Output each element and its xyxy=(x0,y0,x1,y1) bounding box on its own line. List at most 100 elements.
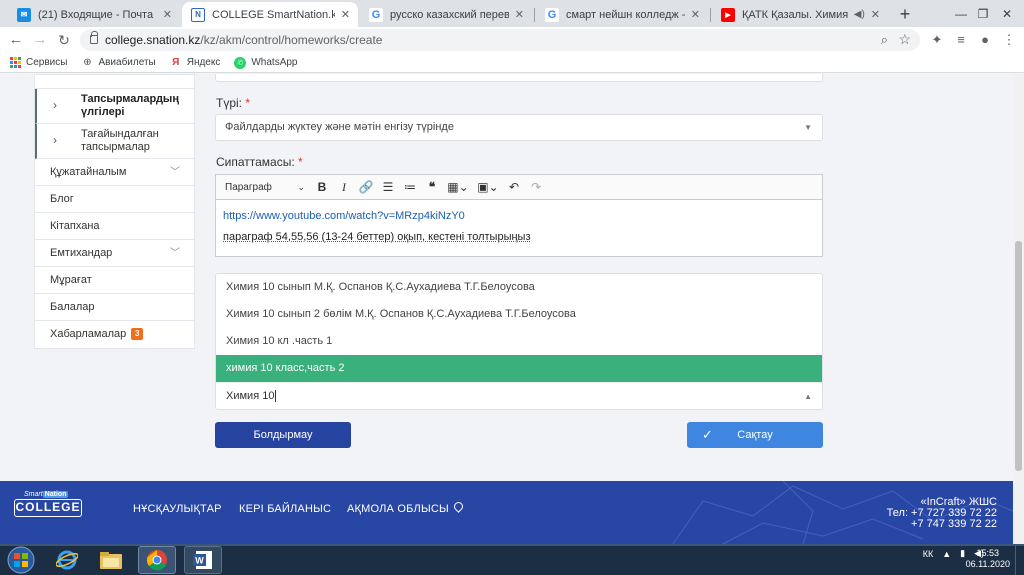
audio-icon[interactable]: ◀) xyxy=(854,9,865,20)
page-scrollbar[interactable] xyxy=(1013,74,1024,544)
url-text: college.snation.kz/kz/akm/control/homewo… xyxy=(105,33,382,47)
textbook-search-input[interactable]: Химия 10 ▲ xyxy=(216,382,822,409)
zoom-icon[interactable]: ⌕ xyxy=(881,32,888,48)
numbered-list-icon[interactable]: ≔ xyxy=(399,180,421,194)
dropdown-option[interactable]: Химия 10 кл .часть 1 xyxy=(216,328,822,355)
close-tab-icon[interactable]: ✕ xyxy=(691,8,700,21)
forward-icon[interactable]: → xyxy=(30,30,50,50)
page-content: › Тапсырмалардың үлгілері › Тағайындалға… xyxy=(0,74,1013,544)
sidebar-item-blog[interactable]: Блог xyxy=(35,186,194,213)
undo-icon[interactable]: ↶ xyxy=(503,180,525,194)
close-tab-icon[interactable]: ✕ xyxy=(341,8,350,21)
reading-list-icon[interactable]: ≡ xyxy=(952,31,970,49)
sidebar-item-children[interactable]: Балалар xyxy=(35,294,194,321)
language-indicator[interactable]: КК xyxy=(923,549,934,559)
footer-link-feedback[interactable]: КЕРІ БАЙЛАНЫС xyxy=(239,503,331,515)
paragraph-format-select[interactable]: Параграф ⌄ xyxy=(216,182,311,193)
chevron-right-icon: › xyxy=(53,98,57,112)
check-icon: ✓ xyxy=(702,427,713,442)
cancel-button[interactable]: Болдырмау xyxy=(215,422,351,448)
internet-explorer-icon[interactable] xyxy=(48,546,86,574)
required-mark: * xyxy=(298,155,303,169)
editor-link-line[interactable]: https://www.youtube.com/watch?v=MRzp4kiN… xyxy=(223,210,815,222)
rich-text-editor[interactable]: Параграф ⌄ B I 🔗 ☰ ≔ ❝ ▦⌄ ▣⌄ ↶ ↷ https://… xyxy=(215,174,823,257)
footer-link-region[interactable]: АҚМОЛА ОБЛЫСЫ xyxy=(347,503,449,515)
browser-tab-bar: ✉ (21) Входящие - Почта Mail.ru ✕ N COLL… xyxy=(0,0,1024,27)
whatsapp-icon: ✆ xyxy=(234,56,247,69)
network-icon[interactable]: ▮ xyxy=(960,548,965,559)
editor-body[interactable]: https://www.youtube.com/watch?v=MRzp4kiN… xyxy=(216,200,822,243)
close-tab-icon[interactable]: ✕ xyxy=(163,8,172,21)
sidebar-item-exams[interactable]: Емтихандар ﹀ xyxy=(35,240,194,267)
textbook-dropdown[interactable]: Химия 10 сынып М.Қ. Оспанов Қ.С.Аухадиев… xyxy=(215,273,823,410)
sidebar-item-archive[interactable]: Мұрағат xyxy=(35,267,194,294)
bookmark-yandex[interactable]: Я Яндекс xyxy=(170,57,220,69)
windows-start-icon[interactable] xyxy=(2,545,40,575)
tab-divider xyxy=(534,8,535,22)
sidebar-subitem-assigned[interactable]: › Тағайындалған тапсырмалар xyxy=(35,124,194,159)
redo-icon[interactable]: ↷ xyxy=(525,180,547,194)
reload-icon[interactable]: ↻ xyxy=(54,30,74,50)
sidebar-item-library[interactable]: Кітапхана xyxy=(35,213,194,240)
dropdown-option[interactable]: Химия 10 сынып М.Қ. Оспанов Қ.С.Аухадиев… xyxy=(216,274,822,301)
menu-icon[interactable]: ⋮ xyxy=(1000,31,1018,49)
dropdown-option-selected[interactable]: химия 10 класс,часть 2 xyxy=(216,355,822,382)
smartnation-college-logo[interactable]: Smart Nation COLLEGE xyxy=(14,491,82,519)
profile-icon[interactable]: ● xyxy=(976,31,994,49)
required-mark: * xyxy=(245,96,251,110)
close-window-button[interactable]: ✕ xyxy=(990,0,1024,27)
sidebar-subitem-templates[interactable]: › Тапсырмалардың үлгілері xyxy=(35,89,194,124)
yandex-icon: Я xyxy=(172,57,180,68)
editor-toolbar: Параграф ⌄ B I 🔗 ☰ ≔ ❝ ▦⌄ ▣⌄ ↶ ↷ xyxy=(216,175,822,200)
globe-icon: ⊕ xyxy=(83,57,92,68)
notification-badge: 3 xyxy=(131,328,144,341)
word-icon[interactable]: W xyxy=(184,546,222,574)
smartnation-icon: N xyxy=(191,7,205,22)
extensions-icon[interactable]: ✦ xyxy=(928,31,946,49)
footer-contacts: «InCraft» ЖШС Тел: +7 727 339 72 22 +7 7… xyxy=(886,496,997,530)
file-explorer-icon[interactable] xyxy=(92,546,130,574)
chrome-icon[interactable] xyxy=(138,546,176,574)
chevron-down-icon: ﹀ xyxy=(170,248,180,259)
mail-ru-icon: ✉ xyxy=(17,7,31,22)
save-button[interactable]: ✓ Сақтау xyxy=(687,422,823,448)
close-tab-icon[interactable]: ✕ xyxy=(515,8,524,21)
bookmark-avia[interactable]: ⊕ Авиабилеты xyxy=(81,57,155,69)
lock-icon xyxy=(90,31,98,44)
new-tab-button[interactable]: + xyxy=(895,4,915,24)
sidebar-item-documents[interactable]: Құжатайналым ﹀ xyxy=(35,159,194,186)
italic-icon[interactable]: I xyxy=(333,180,355,195)
back-icon[interactable]: ← xyxy=(6,30,26,50)
table-icon[interactable]: ▦⌄ xyxy=(443,180,473,194)
chevron-down-icon: ﹀ xyxy=(170,167,180,178)
chevron-right-icon: › xyxy=(53,133,57,147)
type-select[interactable]: Файлдарды жүктеу және мәтін енгізу түрін… xyxy=(215,114,823,141)
browser-toolbar: ← → ↻ college.snation.kz/kz/akm/control/… xyxy=(0,27,1024,53)
scrollbar-thumb[interactable] xyxy=(1015,241,1022,471)
bookmark-services[interactable]: Сервисы xyxy=(9,57,67,69)
dropdown-option[interactable]: Химия 10 сынып 2 бөлім М.Қ. Оспанов Қ.С.… xyxy=(216,301,822,328)
browser-tab[interactable]: G смарт нейшн колледж - Поиск ✕ xyxy=(536,2,708,27)
tray-expand-icon[interactable]: ▲ xyxy=(942,549,951,559)
bookmark-whatsapp[interactable]: ✆ WhatsApp xyxy=(234,56,298,69)
footer-link-guides[interactable]: НҰСҚАУЛЫҚТАР xyxy=(133,503,222,515)
media-embed-icon[interactable]: ▣⌄ xyxy=(473,180,503,194)
address-bar[interactable]: college.snation.kz/kz/akm/control/homewo… xyxy=(80,29,920,51)
browser-tab[interactable]: ▶ ҚАТК Қазалы. Химия. 17 7 ◀) ✕ xyxy=(712,2,888,27)
link-icon[interactable]: 🔗 xyxy=(355,180,377,194)
close-tab-icon[interactable]: ✕ xyxy=(871,8,880,21)
youtube-icon: ▶ xyxy=(721,7,735,22)
browser-tab[interactable]: ✉ (21) Входящие - Почта Mail.ru ✕ xyxy=(8,2,180,27)
bold-icon[interactable]: B xyxy=(311,180,333,194)
sidebar-item-notifications[interactable]: Хабарламалар 3 xyxy=(35,321,194,348)
chevron-down-icon: ⌄ xyxy=(297,181,305,192)
site-footer: Smart Nation COLLEGE НҰСҚАУЛЫҚТАР КЕРІ БА… xyxy=(0,481,1013,544)
bookmark-star-icon[interactable]: ☆ xyxy=(898,31,911,48)
bulleted-list-icon[interactable]: ☰ xyxy=(377,180,399,194)
blockquote-icon[interactable]: ❝ xyxy=(421,180,443,195)
sidebar-cut-item xyxy=(35,75,194,89)
show-desktop-button[interactable] xyxy=(1015,546,1024,575)
system-clock[interactable]: 15:53 06.11.2020 xyxy=(966,548,1010,570)
browser-tab-active[interactable]: N COLLEGE SmartNation.kz - ТжКТ ✕ xyxy=(182,2,358,27)
browser-tab[interactable]: G русско казахский переводчик ✕ xyxy=(360,2,532,27)
